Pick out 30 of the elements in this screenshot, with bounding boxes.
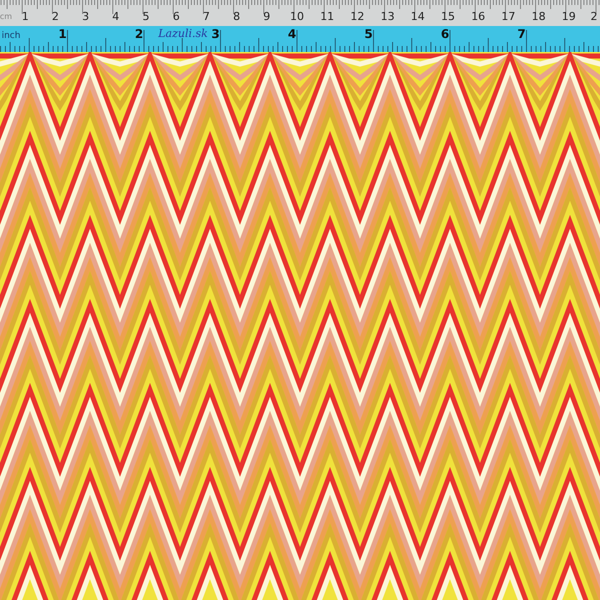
ruler-number: 1 <box>22 10 29 23</box>
ruler-number: 6 <box>172 10 180 23</box>
unit-label: inch <box>2 31 20 41</box>
unit-label: cm <box>0 12 12 21</box>
ruler-number: 1 <box>58 27 67 41</box>
handwritten-note: Lazuli.sk <box>158 27 208 40</box>
ruler-number: 19 <box>562 10 576 23</box>
ruler-number: 2 <box>590 10 598 23</box>
ruler-number: 7 <box>517 27 526 41</box>
ruler-number: 18 <box>532 10 546 23</box>
ruler-number: 13 <box>380 10 395 23</box>
ruler-number: 8 <box>233 10 240 23</box>
ruler-number: 11 <box>320 10 334 23</box>
ruler-number: 2 <box>134 27 144 41</box>
ruler-number: 12 <box>350 10 364 23</box>
ruler-number: 16 <box>471 10 486 23</box>
ruler-number: 14 <box>410 10 425 23</box>
ruler-number: 17 <box>501 10 516 23</box>
ruler-number: 10 <box>290 10 304 23</box>
ruler-number: 9 <box>263 10 270 23</box>
ruler-number: 15 <box>441 10 455 23</box>
ruler-number: 3 <box>82 10 90 23</box>
ruler-number: 2 <box>52 10 59 23</box>
ruler-number: 3 <box>211 27 220 41</box>
ruler-number: 4 <box>112 10 120 23</box>
ruler-number: 5 <box>142 10 150 23</box>
ruler-number: 6 <box>440 27 450 41</box>
ruler-number: 5 <box>364 27 373 41</box>
ruler-number: 4 <box>288 27 296 41</box>
ruler-number: 7 <box>202 10 210 23</box>
